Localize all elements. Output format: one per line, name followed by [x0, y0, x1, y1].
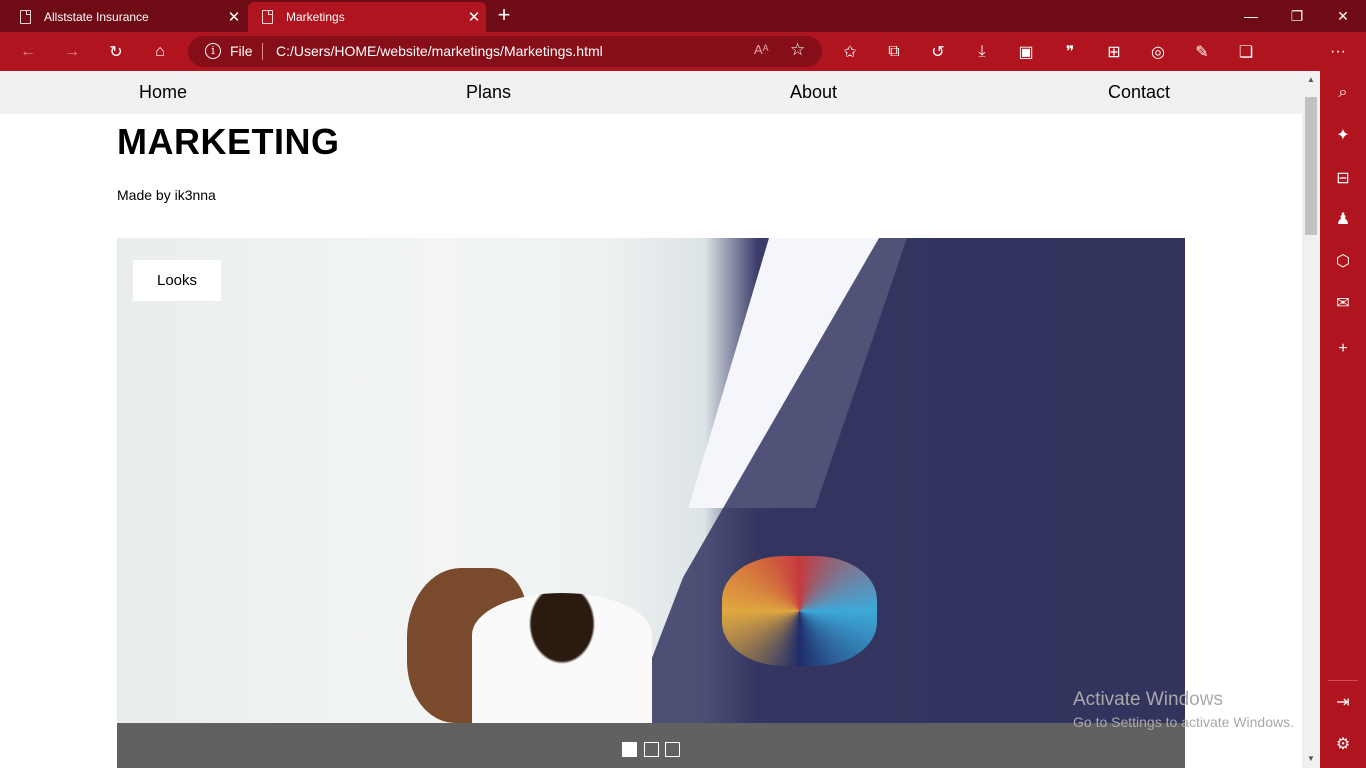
apps-icon[interactable]: ⊞	[1101, 39, 1127, 65]
slide-dot-3[interactable]	[665, 742, 680, 757]
refresh-icon[interactable]: ↻	[103, 39, 129, 65]
address-bar[interactable]: i File C:/Users/HOME/website/marketings/…	[188, 36, 822, 67]
page-title: MARKETING	[117, 121, 340, 162]
add-icon[interactable]: +	[1331, 337, 1355, 361]
hide-sidebar-icon[interactable]: ⇥	[1331, 690, 1355, 714]
web-page: Home Plans About Contact MARKETING Made …	[0, 71, 1302, 768]
games-icon[interactable]: ♟	[1331, 207, 1355, 231]
add-favorite-icon[interactable]: ☆	[790, 40, 805, 60]
quote-icon[interactable]: ❞	[1057, 39, 1083, 65]
tab-allstate-insurance[interactable]: Allststate Insurance ✕	[6, 2, 246, 32]
new-tab-button[interactable]: +	[494, 4, 514, 28]
collections-icon[interactable]: ⧉	[881, 39, 907, 65]
page-scrollbar[interactable]: ▲ ▼	[1302, 71, 1320, 768]
divider	[1328, 680, 1358, 681]
slide-dot-1[interactable]	[622, 742, 637, 757]
screenshot-icon[interactable]: ✎	[1189, 39, 1215, 65]
watermark-subtitle: Go to Settings to activate Windows.	[1073, 714, 1294, 730]
nav-contact-link[interactable]: Contact	[1108, 82, 1170, 103]
author-byline: Made by ik3nna	[117, 187, 216, 203]
forward-icon[interactable]: →	[59, 39, 85, 65]
windows-activation-watermark: Activate Windows Go to Settings to activ…	[1073, 689, 1294, 730]
workspaces-icon[interactable]: ❏	[1233, 39, 1259, 65]
site-nav: Home Plans About Contact	[0, 71, 1302, 114]
browser-title-bar: Allststate Insurance ✕ Marketings ✕ + — …	[0, 0, 1366, 32]
home-icon[interactable]: ⌂	[147, 39, 173, 65]
tools-icon[interactable]: ⊟	[1331, 166, 1355, 190]
restore-button[interactable]: ❐	[1274, 0, 1320, 32]
office-icon[interactable]: ⬡	[1331, 249, 1355, 273]
browser-toolbar: ← → ↻ ⌂ i File C:/Users/HOME/website/mar…	[0, 32, 1366, 96]
close-tab-icon[interactable]: ✕	[222, 8, 246, 26]
watermark-title: Activate Windows	[1073, 689, 1223, 710]
search-icon[interactable]: ⌕	[1331, 81, 1355, 105]
edge-icon[interactable]: ◎	[1145, 39, 1171, 65]
scroll-thumb[interactable]	[1305, 97, 1317, 235]
favorites-icon[interactable]: ✩	[837, 39, 863, 65]
back-icon[interactable]: ←	[15, 39, 41, 65]
scroll-up-arrow-icon[interactable]: ▲	[1302, 73, 1320, 87]
more-options-icon[interactable]: ···	[1325, 39, 1351, 65]
settings-gear-icon[interactable]: ⚙	[1331, 732, 1355, 756]
minimize-button[interactable]: —	[1228, 0, 1274, 32]
url-text[interactable]: C:/Users/HOME/website/marketings/Marketi…	[276, 43, 603, 59]
divider	[262, 43, 263, 60]
read-aloud-icon[interactable]: Aᴬ	[754, 42, 769, 57]
slideshow[interactable]: Looks	[117, 238, 1185, 768]
tab-marketings[interactable]: Marketings ✕	[248, 2, 486, 32]
nav-plans-link[interactable]: Plans	[466, 82, 511, 103]
outlook-icon[interactable]: ✉	[1331, 291, 1355, 315]
document-icon	[262, 10, 273, 24]
slide-caption: Looks	[133, 260, 221, 301]
slide-dot-2[interactable]	[644, 742, 659, 757]
extension-icon[interactable]: ▣	[1013, 39, 1039, 65]
slide-image-pocket-square	[722, 556, 877, 666]
close-tab-icon[interactable]: ✕	[462, 8, 486, 26]
scheme-label: File	[230, 43, 253, 59]
tab-label: Marketings	[286, 10, 345, 24]
edge-sidebar: ⌕ ✦ ⊟ ♟ ⬡ ✉ + ⇥ ⚙	[1320, 71, 1366, 768]
tab-label: Allststate Insurance	[44, 10, 149, 24]
close-window-button[interactable]: ✕	[1320, 0, 1366, 32]
nav-about-link[interactable]: About	[790, 82, 837, 103]
document-icon	[20, 10, 31, 24]
nav-home-link[interactable]: Home	[139, 82, 187, 103]
history-icon[interactable]: ↺	[925, 39, 951, 65]
site-info-icon[interactable]: i	[205, 43, 221, 59]
scroll-down-arrow-icon[interactable]: ▼	[1302, 752, 1320, 766]
copilot-icon[interactable]: ✦	[1331, 123, 1355, 147]
slide-indicator-bar	[117, 723, 1185, 768]
downloads-icon[interactable]: ⤓	[969, 39, 995, 65]
slide-image-coffee-cup	[472, 593, 652, 733]
